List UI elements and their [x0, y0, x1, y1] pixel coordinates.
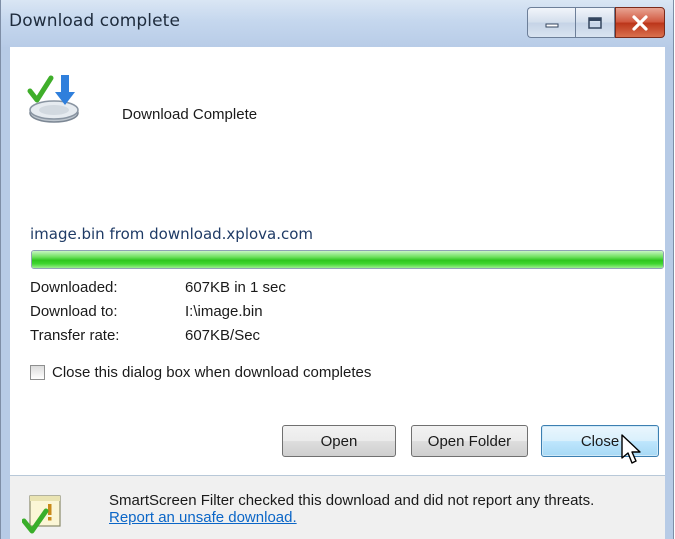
- downloaded-label: Downloaded:: [30, 279, 118, 296]
- downloaded-value: 607KB in 1 sec: [185, 279, 286, 296]
- download-dialog: Download complete Download Complete imag…: [0, 0, 674, 539]
- smartscreen-text: SmartScreen Filter checked this download…: [109, 492, 595, 509]
- download-complete-icon: [27, 75, 79, 123]
- transfer-rate-label: Transfer rate:: [30, 327, 120, 344]
- header-text: Download Complete: [122, 106, 258, 123]
- close-icon: [632, 14, 648, 31]
- download-to-value: I:\image.bin: [185, 303, 263, 320]
- transfer-rate-value: 607KB/Sec: [185, 327, 261, 344]
- window-title: Download complete: [9, 11, 181, 31]
- open-button[interactable]: Open: [282, 425, 396, 457]
- close-on-complete-checkbox[interactable]: [30, 365, 45, 380]
- download-source: image.bin from download.xplova.com: [30, 225, 314, 243]
- minimize-icon: [545, 23, 558, 27]
- dialog-body: Download Complete image.bin from downloa…: [10, 47, 665, 539]
- minimize-button[interactable]: [527, 7, 575, 38]
- progress-fill: [32, 251, 663, 268]
- report-unsafe-download-link[interactable]: Report an unsafe download.: [109, 509, 297, 526]
- smartscreen-message: SmartScreen Filter checked this download…: [109, 492, 629, 526]
- smartscreen-check-icon: [22, 495, 61, 534]
- download-to-label: Download to:: [30, 303, 118, 320]
- close-on-complete-label[interactable]: Close this dialog box when download comp…: [52, 364, 371, 381]
- smartscreen-footer: SmartScreen Filter checked this download…: [10, 476, 665, 539]
- open-folder-button[interactable]: Open Folder: [411, 425, 528, 457]
- download-progress-bar: [31, 250, 664, 269]
- mouse-pointer-icon: [621, 434, 641, 464]
- maximize-icon: [588, 16, 602, 29]
- maximize-button[interactable]: [575, 7, 615, 38]
- close-window-button[interactable]: [615, 7, 665, 38]
- title-bar[interactable]: Download complete: [1, 0, 673, 47]
